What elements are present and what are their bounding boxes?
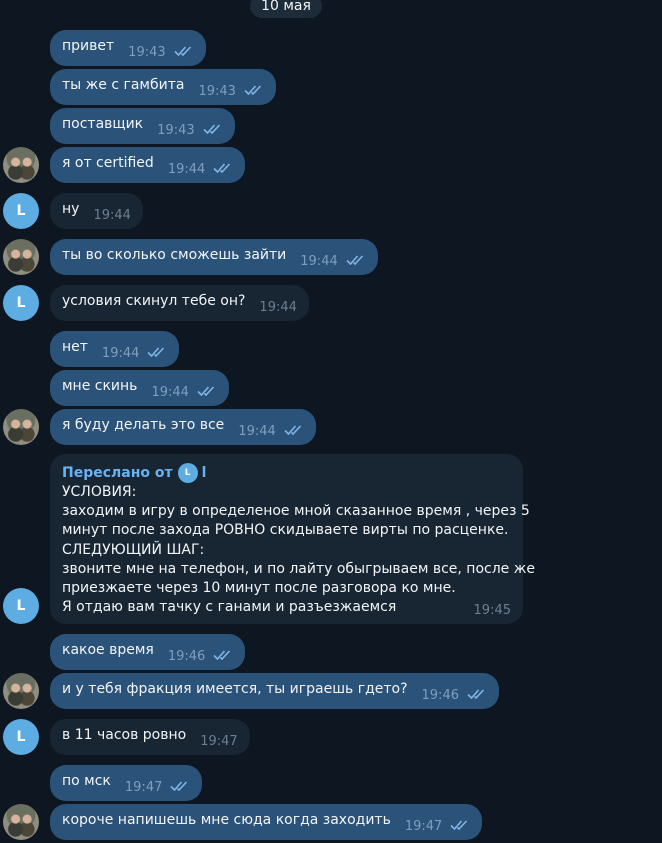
contact-letter-avatar[interactable]: L	[3, 588, 39, 624]
message-time: 19:44	[101, 345, 140, 361]
double-check-icon	[467, 689, 487, 699]
forwarded-text-line: СЛЕДУЮЩИЙ ШАГ:	[62, 541, 205, 558]
message-text: я буду делать это все	[62, 417, 225, 433]
double-check-icon	[450, 820, 470, 830]
double-check-icon	[213, 163, 233, 173]
message-bubble[interactable]: мне скинь 19:44	[50, 370, 229, 406]
contact-letter-avatar[interactable]: L	[3, 193, 39, 229]
message-time: 19:45	[473, 603, 511, 618]
contact-photo-avatar[interactable]	[3, 804, 39, 840]
message-bubble[interactable]: я буду делать это все 19:44	[50, 409, 316, 445]
message-time: 19:44	[151, 384, 189, 400]
message-time: 19:44	[300, 253, 338, 269]
message-text: в 11 часов ровно	[62, 727, 187, 743]
message-text: ну	[62, 201, 80, 217]
message-bubble[interactable]: условия скинул тебе он? 19:44	[50, 285, 309, 321]
message-text: ты же с гамбита	[62, 77, 185, 93]
message-text: мне скинь	[62, 378, 138, 394]
message-text: условия скинул тебе он?	[62, 293, 246, 309]
forwarded-text-line: УСЛОВИЯ:	[62, 484, 137, 500]
message-bubble[interactable]: в 11 часов ровно 19:47	[50, 719, 250, 755]
double-check-icon	[197, 386, 217, 396]
message-text: привет	[62, 38, 115, 54]
message-bubble[interactable]: привет 19:43	[50, 30, 206, 66]
message-bubble[interactable]: поставщик 19:43	[50, 108, 235, 144]
forwarded-text-line: приезжаете через 10 минут после разговор…	[62, 580, 456, 597]
message-text: короче напишешь мне сюда когда заходить	[62, 812, 391, 828]
message-time: 19:44	[259, 299, 297, 315]
message-bubble[interactable]: по мск 19:47	[50, 765, 203, 801]
double-check-icon	[244, 85, 264, 95]
double-check-icon	[147, 347, 167, 357]
message-bubble[interactable]: какое время 19:46	[50, 634, 246, 670]
message-text: какое время	[62, 642, 154, 658]
contact-letter-avatar[interactable]: L	[3, 719, 39, 755]
message-text: ты во сколько сможешь зайти	[62, 247, 287, 263]
message-bubble[interactable]: и у тебя фракция имеется, ты играешь где…	[50, 673, 499, 709]
forward-sender-avatar: L	[177, 463, 198, 483]
message-time: 19:46	[421, 687, 459, 703]
message-text: поставщик	[62, 116, 144, 132]
double-check-icon	[174, 46, 194, 56]
double-check-icon	[284, 425, 304, 435]
message-text: и у тебя фракция имеется, ты играешь где…	[62, 681, 408, 697]
message-time: 19:47	[404, 818, 443, 834]
message-text: я от certified	[62, 155, 154, 171]
double-check-icon	[346, 255, 366, 265]
forwarded-label: Переслано от	[62, 465, 173, 481]
message-time: 19:44	[167, 161, 206, 177]
message-bubble[interactable]: ты же с гамбита 19:43	[50, 69, 276, 105]
message-time: 19:47	[124, 779, 163, 795]
double-check-icon	[213, 650, 233, 660]
message-time: 19:43	[157, 122, 195, 138]
message-time: 19:44	[93, 207, 131, 223]
message-text: нет	[62, 339, 88, 355]
forwarded-message[interactable]: Переслано от L l УСЛОВИЯ: заходим в игру…	[50, 454, 535, 624]
message-time: 19:47	[200, 733, 238, 749]
forwarded-text-line: заходим в игру в определеное мной сказан…	[62, 503, 530, 520]
date-separator: 10 мая	[250, 0, 322, 18]
forward-sender-name: l	[201, 465, 207, 481]
forwarded-text-line: звоните мне на телефон, и по лайту обыгр…	[62, 560, 535, 577]
message-text: по мск	[62, 773, 111, 789]
contact-photo-avatar[interactable]	[3, 673, 39, 709]
contact-letter-avatar[interactable]: L	[3, 285, 39, 321]
message-bubble[interactable]: нет 19:44	[50, 331, 180, 367]
forwarded-text-line: Я отдаю вам тачку с ганами и разъезжаемс…	[62, 599, 397, 616]
message-bubble[interactable]: я от certified 19:44	[50, 147, 246, 183]
forwarded-header[interactable]: Переслано от L l	[62, 463, 511, 483]
message-time: 19:43	[198, 83, 236, 99]
message-bubble[interactable]: ты во сколько сможешь зайти 19:44	[50, 239, 378, 275]
contact-photo-avatar[interactable]	[3, 409, 39, 445]
contact-photo-avatar[interactable]	[3, 239, 39, 275]
message-time: 19:44	[238, 423, 276, 439]
message-bubble[interactable]: короче напишешь мне сюда когда заходить …	[50, 804, 483, 840]
message-time: 19:43	[128, 44, 166, 60]
forwarded-text-line: минут после захода РОВНО скидываете вирт…	[62, 522, 509, 539]
double-check-icon	[170, 781, 190, 791]
message-time: 19:46	[167, 648, 206, 664]
contact-photo-avatar[interactable]	[3, 147, 39, 183]
double-check-icon	[203, 124, 223, 134]
message-bubble[interactable]: ну 19:44	[50, 193, 143, 229]
